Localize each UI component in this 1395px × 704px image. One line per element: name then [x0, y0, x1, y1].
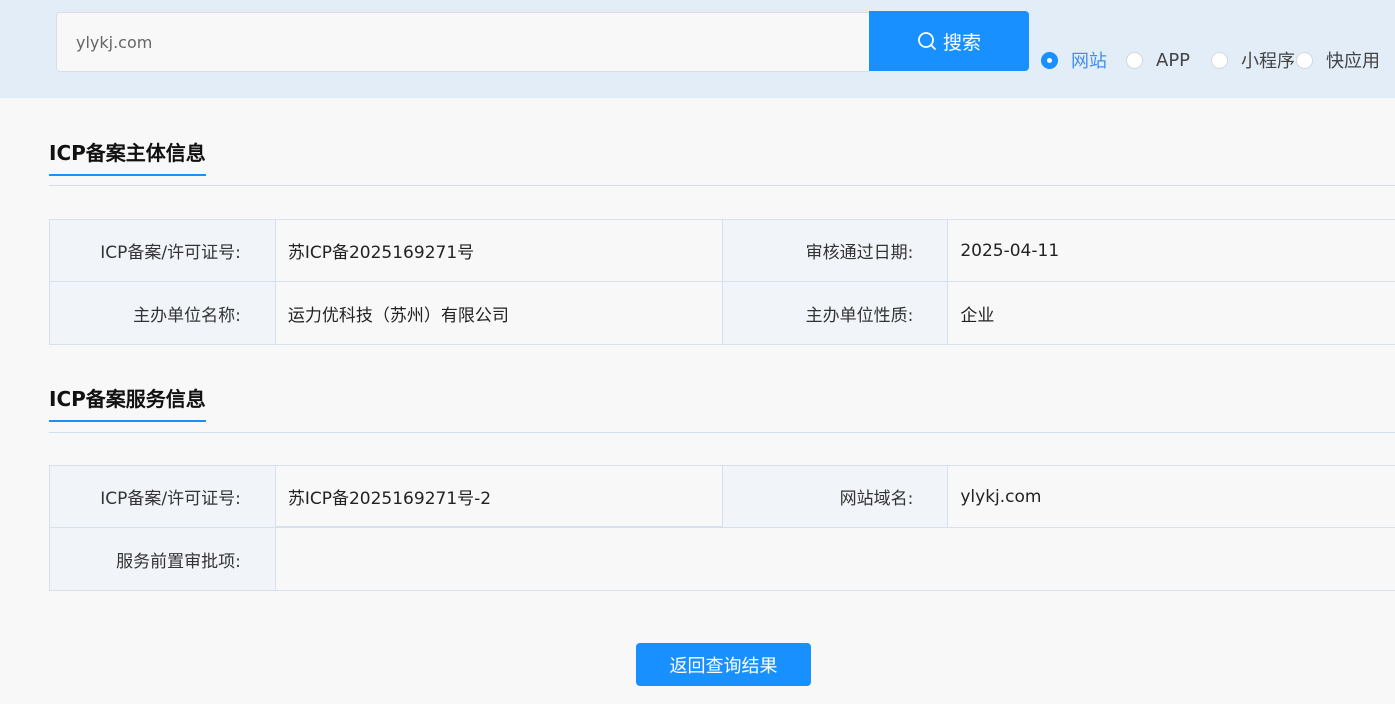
radio-app-label[interactable]: APP	[1156, 50, 1190, 71]
service-section-title: ICP备案服务信息	[49, 386, 206, 422]
table-value: 企业	[948, 282, 1395, 344]
back-to-results-button[interactable]: 返回查询结果	[636, 643, 811, 686]
table-label: 审核通过日期:	[722, 220, 949, 281]
table-label: 主办单位名称:	[50, 282, 276, 344]
radio-miniprogram-circle[interactable]	[1211, 51, 1228, 69]
table-label: ICP备案/许可证号:	[50, 466, 276, 527]
radio-quickapp-label[interactable]: 快应用	[1326, 47, 1380, 73]
subject-section-title: ICP备案主体信息	[49, 140, 206, 176]
search-type-group: 网站 APP 小程序 快应用	[0, 46, 1395, 74]
section-divider	[49, 185, 1395, 186]
table-label: 网站域名:	[722, 466, 949, 527]
table-row: ICP备案/许可证号: 苏ICP备2025169271号 审核通过日期: 202…	[50, 220, 1395, 282]
radio-quickapp-circle[interactable]	[1296, 51, 1313, 69]
subject-info-table: ICP备案/许可证号: 苏ICP备2025169271号 审核通过日期: 202…	[49, 219, 1395, 345]
table-value: 2025-04-11	[948, 220, 1395, 281]
service-info-table: ICP备案/许可证号: 苏ICP备2025169271号-2 网站域名: yly…	[49, 465, 1395, 591]
table-row: 主办单位名称: 运力优科技（苏州）有限公司 主办单位性质: 企业	[50, 282, 1395, 344]
radio-miniprogram-label[interactable]: 小程序	[1241, 47, 1295, 73]
table-value	[275, 528, 1395, 590]
radio-app-circle[interactable]	[1126, 51, 1143, 69]
table-value: 运力优科技（苏州）有限公司	[275, 282, 723, 344]
table-row: ICP备案/许可证号: 苏ICP备2025169271号-2 网站域名: yly…	[50, 466, 1395, 528]
radio-app[interactable]: APP	[1126, 46, 1190, 74]
table-row: 服务前置审批项:	[50, 528, 1395, 590]
table-label: ICP备案/许可证号:	[50, 220, 276, 281]
search-header: 搜索 网站 APP 小程序 快应用	[0, 0, 1395, 98]
table-value: ylykj.com	[948, 466, 1395, 527]
section-divider	[49, 432, 1395, 433]
radio-website-label[interactable]: 网站	[1071, 47, 1107, 73]
radio-quickapp[interactable]: 快应用	[1296, 46, 1380, 74]
table-value: 苏ICP备2025169271号	[275, 220, 723, 281]
table-label: 服务前置审批项:	[50, 528, 276, 590]
radio-website[interactable]: 网站	[1041, 46, 1107, 74]
radio-website-circle[interactable]	[1041, 51, 1058, 69]
radio-miniprogram[interactable]: 小程序	[1211, 46, 1295, 74]
table-label: 主办单位性质:	[722, 282, 949, 344]
table-value: 苏ICP备2025169271号-2	[275, 466, 723, 527]
